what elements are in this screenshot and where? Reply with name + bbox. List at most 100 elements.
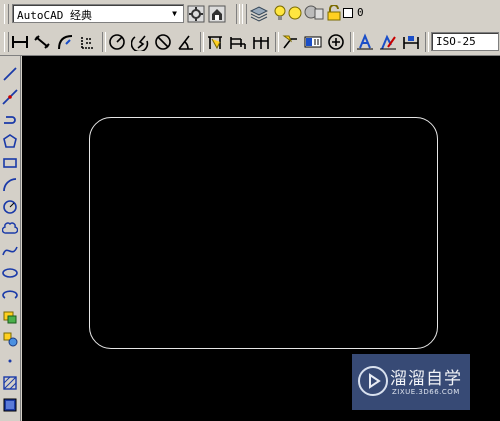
chevron-down-icon[interactable]: ▼ xyxy=(168,6,181,21)
dimension-edit-button[interactable] xyxy=(355,32,375,52)
revision-cloud-icon xyxy=(2,222,18,234)
quick-dimension-button[interactable] xyxy=(205,32,225,52)
watermark: 溜溜自学 ZIXUE.3D66.COM xyxy=(352,354,470,410)
quick-dimension-icon xyxy=(208,36,222,50)
arc-button[interactable] xyxy=(1,175,19,195)
polyline-button[interactable] xyxy=(1,109,19,129)
polygon-button[interactable] xyxy=(1,131,19,151)
tolerance-button[interactable] xyxy=(303,32,323,52)
dimstyle-value: ISO-25 xyxy=(436,35,476,48)
layer-dropdown[interactable]: 0 xyxy=(273,4,393,23)
toolbar-separator xyxy=(102,32,106,52)
layer-manager-button[interactable] xyxy=(249,4,269,24)
angular-dimension-button[interactable] xyxy=(176,32,196,52)
ellipse-arc-icon xyxy=(2,290,18,299)
ordinate-dimension-icon xyxy=(81,36,94,49)
spline-button[interactable] xyxy=(1,241,19,261)
spline-icon xyxy=(2,246,18,256)
toolbar-grip[interactable] xyxy=(4,32,9,52)
toolbar-separator xyxy=(275,32,279,52)
arc-length-icon xyxy=(58,35,73,50)
diameter-dimension-button[interactable] xyxy=(153,32,173,52)
toolbar-separator xyxy=(350,32,354,52)
dimension-edit-icon xyxy=(357,33,373,50)
rectangle-button[interactable] xyxy=(1,153,19,173)
play-logo-icon xyxy=(358,366,388,396)
layer-color-icon[interactable] xyxy=(343,8,353,18)
arc-length-button[interactable] xyxy=(55,32,75,52)
insert-block-button[interactable] xyxy=(1,307,19,327)
jogged-dimension-button[interactable] xyxy=(130,32,150,52)
construction-line-icon xyxy=(2,89,18,105)
workspace-settings-button[interactable] xyxy=(186,4,206,24)
dimension-update-icon xyxy=(403,36,419,49)
toolbar-separator xyxy=(425,32,429,52)
workspace-dropdown[interactable]: AutoCAD 经典 ▼ xyxy=(12,4,184,23)
point-icon xyxy=(8,359,12,363)
linear-dimension-icon xyxy=(12,36,28,48)
ellipse-arc-button[interactable] xyxy=(1,285,19,305)
line-button[interactable] xyxy=(1,64,19,84)
make-block-button[interactable] xyxy=(1,329,19,349)
rectangle-icon xyxy=(3,158,17,168)
line-icon xyxy=(3,67,17,81)
toolbar-grip[interactable] xyxy=(4,4,9,24)
radius-dimension-button[interactable] xyxy=(107,32,127,52)
dimension-text-edit-icon xyxy=(380,34,396,50)
circle-icon xyxy=(3,200,17,214)
layer-lock-icon[interactable] xyxy=(326,5,342,21)
watermark-url: ZIXUE.3D66.COM xyxy=(392,388,460,396)
arc-icon xyxy=(3,178,17,192)
dimension-text-edit-button[interactable] xyxy=(378,32,398,52)
gradient-button[interactable] xyxy=(1,395,19,415)
continue-dimension-icon xyxy=(253,37,269,49)
gradient-icon xyxy=(3,398,17,412)
quick-leader-button[interactable] xyxy=(280,32,300,52)
dimension-update-button[interactable] xyxy=(401,32,421,52)
toolbar-separator xyxy=(200,32,204,52)
dimstyle-dropdown[interactable]: ISO-25 xyxy=(431,32,499,51)
rounded-rectangle-drawing[interactable] xyxy=(89,117,438,349)
workspace-dropdown-value: AutoCAD 经典 xyxy=(17,9,92,22)
hatch-button[interactable] xyxy=(1,373,19,393)
polygon-icon xyxy=(3,134,17,148)
insert-block-icon xyxy=(3,311,17,324)
revision-cloud-button[interactable] xyxy=(1,219,19,239)
angular-dimension-icon xyxy=(178,35,193,50)
circle-button[interactable] xyxy=(1,197,19,217)
layer-manager-icon xyxy=(250,6,268,22)
tolerance-icon xyxy=(304,36,322,48)
draw-toolbar xyxy=(0,56,21,421)
dimension-toolbar: ISO-25 xyxy=(0,28,500,56)
workspace-settings-icon xyxy=(187,5,205,23)
layer-on-icon[interactable] xyxy=(273,5,287,21)
radius-dimension-icon xyxy=(109,34,125,50)
aligned-dimension-icon xyxy=(34,35,50,49)
watermark-name: 溜溜自学 xyxy=(390,369,462,389)
toolbar-separator xyxy=(236,4,240,24)
ordinate-dimension-button[interactable] xyxy=(78,32,98,52)
workspace-save-button[interactable] xyxy=(207,4,227,24)
continue-dimension-button[interactable] xyxy=(251,32,271,52)
polyline-icon xyxy=(4,116,16,124)
center-mark-button[interactable] xyxy=(326,32,346,52)
layer-name: 0 xyxy=(357,6,364,19)
baseline-dimension-icon xyxy=(230,37,246,49)
aligned-dimension-button[interactable] xyxy=(32,32,52,52)
workspace-save-icon xyxy=(208,5,226,23)
baseline-dimension-button[interactable] xyxy=(228,32,248,52)
center-mark-icon xyxy=(328,34,344,50)
workspace-toolbar: AutoCAD 经典 ▼ 0 xyxy=(0,0,500,29)
ellipse-button[interactable] xyxy=(1,263,19,283)
make-block-icon xyxy=(3,332,18,347)
ellipse-icon xyxy=(2,268,18,278)
linear-dimension-button[interactable] xyxy=(10,32,30,52)
toolbar-grip[interactable] xyxy=(242,4,247,24)
jogged-dimension-icon xyxy=(131,35,149,51)
hatch-icon xyxy=(3,376,17,390)
point-button[interactable] xyxy=(1,351,19,371)
layer-vpfreeze-icon[interactable] xyxy=(303,5,325,21)
construction-line-button[interactable] xyxy=(1,87,19,107)
quick-leader-icon xyxy=(282,35,297,49)
layer-freeze-icon[interactable] xyxy=(288,6,302,20)
